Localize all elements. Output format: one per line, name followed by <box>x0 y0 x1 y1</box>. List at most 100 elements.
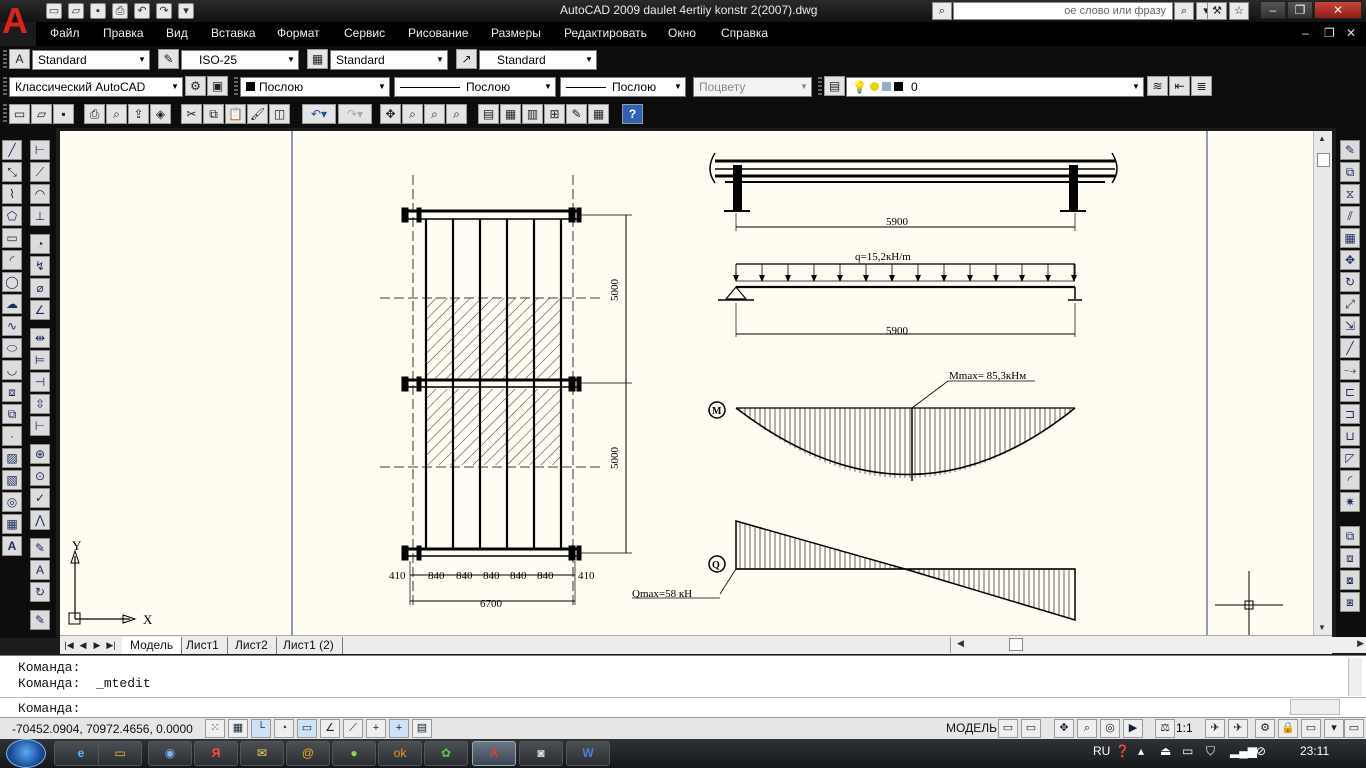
menu-edit[interactable]: Правка <box>103 26 144 40</box>
array-icon[interactable]: ▦ <box>1340 228 1360 248</box>
3d-dwf-icon[interactable]: ◈ <box>150 104 171 124</box>
autocad-logo-icon[interactable]: A <box>2 2 34 40</box>
insert-block-icon[interactable]: ⧈ <box>2 382 22 402</box>
polyline-icon[interactable]: ⌇ <box>2 184 22 204</box>
pan-icon[interactable]: ✥ <box>380 104 401 124</box>
lock-icon[interactable]: 🔒 <box>1278 719 1298 738</box>
dimedit-icon[interactable]: ✎ <box>30 538 50 558</box>
break-icon[interactable]: ⊐ <box>1340 404 1360 424</box>
fillet-icon[interactable]: ◜ <box>1340 470 1360 490</box>
layer-select[interactable]: 💡 0 ▼ <box>846 77 1144 97</box>
send-back-icon[interactable]: ⧇ <box>1340 570 1360 590</box>
media-player-icon[interactable]: ◉ <box>148 741 192 766</box>
no-volume-tray-icon[interactable]: ⊘ <box>1256 744 1266 758</box>
center-mark-icon[interactable]: ⊙ <box>30 466 50 486</box>
status-menu-icon[interactable]: ▾ <box>1324 719 1344 738</box>
annotation-scale-value[interactable]: 1:1 <box>1176 721 1193 735</box>
tab-sheet1-2[interactable]: Лист1 (2) <box>275 637 343 654</box>
zoom-window-icon[interactable]: ⌕ <box>424 104 445 124</box>
first-tab-icon[interactable]: |◀ <box>62 638 76 652</box>
network-tray-icon[interactable]: ⏏ <box>1160 744 1171 758</box>
tab-sheet1[interactable]: Лист1 <box>178 637 228 654</box>
minimize-button[interactable]: – <box>1260 1 1286 19</box>
doc-close-button[interactable]: ✕ <box>1346 26 1356 40</box>
copy-object-icon[interactable]: ⧉ <box>1340 162 1360 182</box>
camera-app-icon[interactable]: ◙ <box>519 741 563 766</box>
dim-style-select[interactable]: ISO-25 ▼ <box>181 50 299 70</box>
bring-front-icon[interactable]: ⧈ <box>1340 548 1360 568</box>
lweight-toggle-icon[interactable]: + <box>389 719 409 738</box>
text-front-icon[interactable]: ⧆ <box>1340 592 1360 612</box>
game-icon[interactable]: ● <box>332 741 376 766</box>
menu-window[interactable]: Окно <box>668 26 696 40</box>
keyboard-tray-icon[interactable]: ▭ <box>1182 744 1193 758</box>
color-select[interactable]: Послою ▼ <box>240 77 390 97</box>
dim-space-icon[interactable]: ⇳ <box>30 394 50 414</box>
menu-draw[interactable]: Рисование <box>408 26 468 40</box>
copy-icon[interactable]: ⧉ <box>203 104 224 124</box>
next-tab-icon[interactable]: ▶ <box>90 638 104 652</box>
signal-tray-icon[interactable]: ▂▄▆ <box>1230 744 1257 758</box>
mail-agent-icon[interactable]: @ <box>286 741 330 766</box>
join-icon[interactable]: ⊔ <box>1340 426 1360 446</box>
quickcalc-icon[interactable]: ▦ <box>588 104 609 124</box>
menu-tools[interactable]: Сервис <box>344 26 385 40</box>
pin-icon[interactable]: ⌕ <box>932 2 952 20</box>
dim-break-icon[interactable]: ⊢ <box>30 416 50 436</box>
circle-icon[interactable]: ◯ <box>2 272 22 292</box>
help-icon[interactable]: ? <box>622 104 643 124</box>
tool-palettes-icon[interactable]: ▥ <box>522 104 543 124</box>
horizontal-scrollbar[interactable]: ◀ ▶ <box>950 637 1366 653</box>
menu-help[interactable]: Справка <box>721 26 768 40</box>
workspace-select[interactable]: Классический AutoCAD ▼ <box>9 77 183 97</box>
favorites-icon[interactable]: ☆ <box>1229 2 1249 20</box>
dim-style-icon[interactable]: ✎ <box>30 610 50 630</box>
diameter-icon[interactable]: ⌀ <box>30 278 50 298</box>
explorer-icon[interactable]: ▭ <box>98 741 142 766</box>
maximize-button[interactable]: ❐ <box>1287 1 1313 19</box>
mleader-style-icon[interactable]: ↗ <box>456 49 477 69</box>
open-file-icon[interactable]: ▱ <box>68 3 84 19</box>
undo-icon[interactable]: ↶ <box>134 3 150 19</box>
scroll-left-icon[interactable]: ◀ <box>957 638 964 649</box>
workspace-save-icon[interactable]: ▣ <box>207 76 228 96</box>
text-style-select[interactable]: Standard ▼ <box>32 50 150 70</box>
arc-icon[interactable]: ◜ <box>2 250 22 270</box>
menu-insert[interactable]: Вставка <box>211 26 256 40</box>
make-current-layer-icon[interactable]: ≋ <box>1147 76 1168 96</box>
table-style-select[interactable]: Standard ▼ <box>330 50 448 70</box>
redo-icon[interactable]: ↷▾ <box>338 104 372 124</box>
properties-icon[interactable]: ▤ <box>478 104 499 124</box>
drawing-canvas[interactable]: 5000 5000 410 840 840 840 840 840 410 67… <box>60 131 1313 635</box>
dim-update-icon[interactable]: ↻ <box>30 582 50 602</box>
layer-manager-icon[interactable]: ▤ <box>824 76 845 96</box>
erase-icon[interactable]: ✎ <box>1340 140 1360 160</box>
help-tray-icon[interactable]: ❓ <box>1115 744 1130 758</box>
break-point-icon[interactable]: ⊏ <box>1340 382 1360 402</box>
scale-icon[interactable]: ⤢ <box>1340 294 1360 314</box>
scroll-up-icon[interactable]: ▲ <box>1318 134 1326 143</box>
offset-icon[interactable]: ⫽ <box>1340 206 1360 226</box>
jogged-icon[interactable]: ↯ <box>30 256 50 276</box>
angular-icon[interactable]: ∠ <box>30 300 50 320</box>
sheet-set-icon[interactable]: ⊞ <box>544 104 565 124</box>
tab-sheet2[interactable]: Лист2 <box>227 637 277 654</box>
undo-icon[interactable]: ↶▾ <box>302 104 336 124</box>
coordinates-readout[interactable]: -70452.0904, 70972.4656, 0.0000 <box>12 722 193 736</box>
region-icon[interactable]: ◎ <box>2 492 22 512</box>
vertical-scroll-thumb[interactable] <box>1317 153 1330 167</box>
jogged-linear-icon[interactable]: ⋀ <box>30 510 50 530</box>
doc-minimize-button[interactable]: – <box>1302 26 1309 40</box>
redo-icon[interactable]: ↷ <box>156 3 172 19</box>
text-style-icon[interactable]: A <box>9 49 30 69</box>
quickview-drawings-icon[interactable]: ▭ <box>1021 719 1041 738</box>
menu-file[interactable]: Файл <box>50 26 80 40</box>
security-tray-icon[interactable]: ⛉ <box>1206 744 1215 759</box>
dim-style-icon[interactable]: ✎ <box>158 49 179 69</box>
line-icon[interactable]: ╱ <box>2 140 22 160</box>
new-file-icon[interactable]: ▭ <box>46 3 62 19</box>
baseline-icon[interactable]: ⊨ <box>30 350 50 370</box>
menu-view[interactable]: Вид <box>166 26 188 40</box>
odnoklassniki-icon[interactable]: ok <box>378 741 422 766</box>
steering-wheel-icon[interactable]: ◎ <box>1100 719 1120 738</box>
